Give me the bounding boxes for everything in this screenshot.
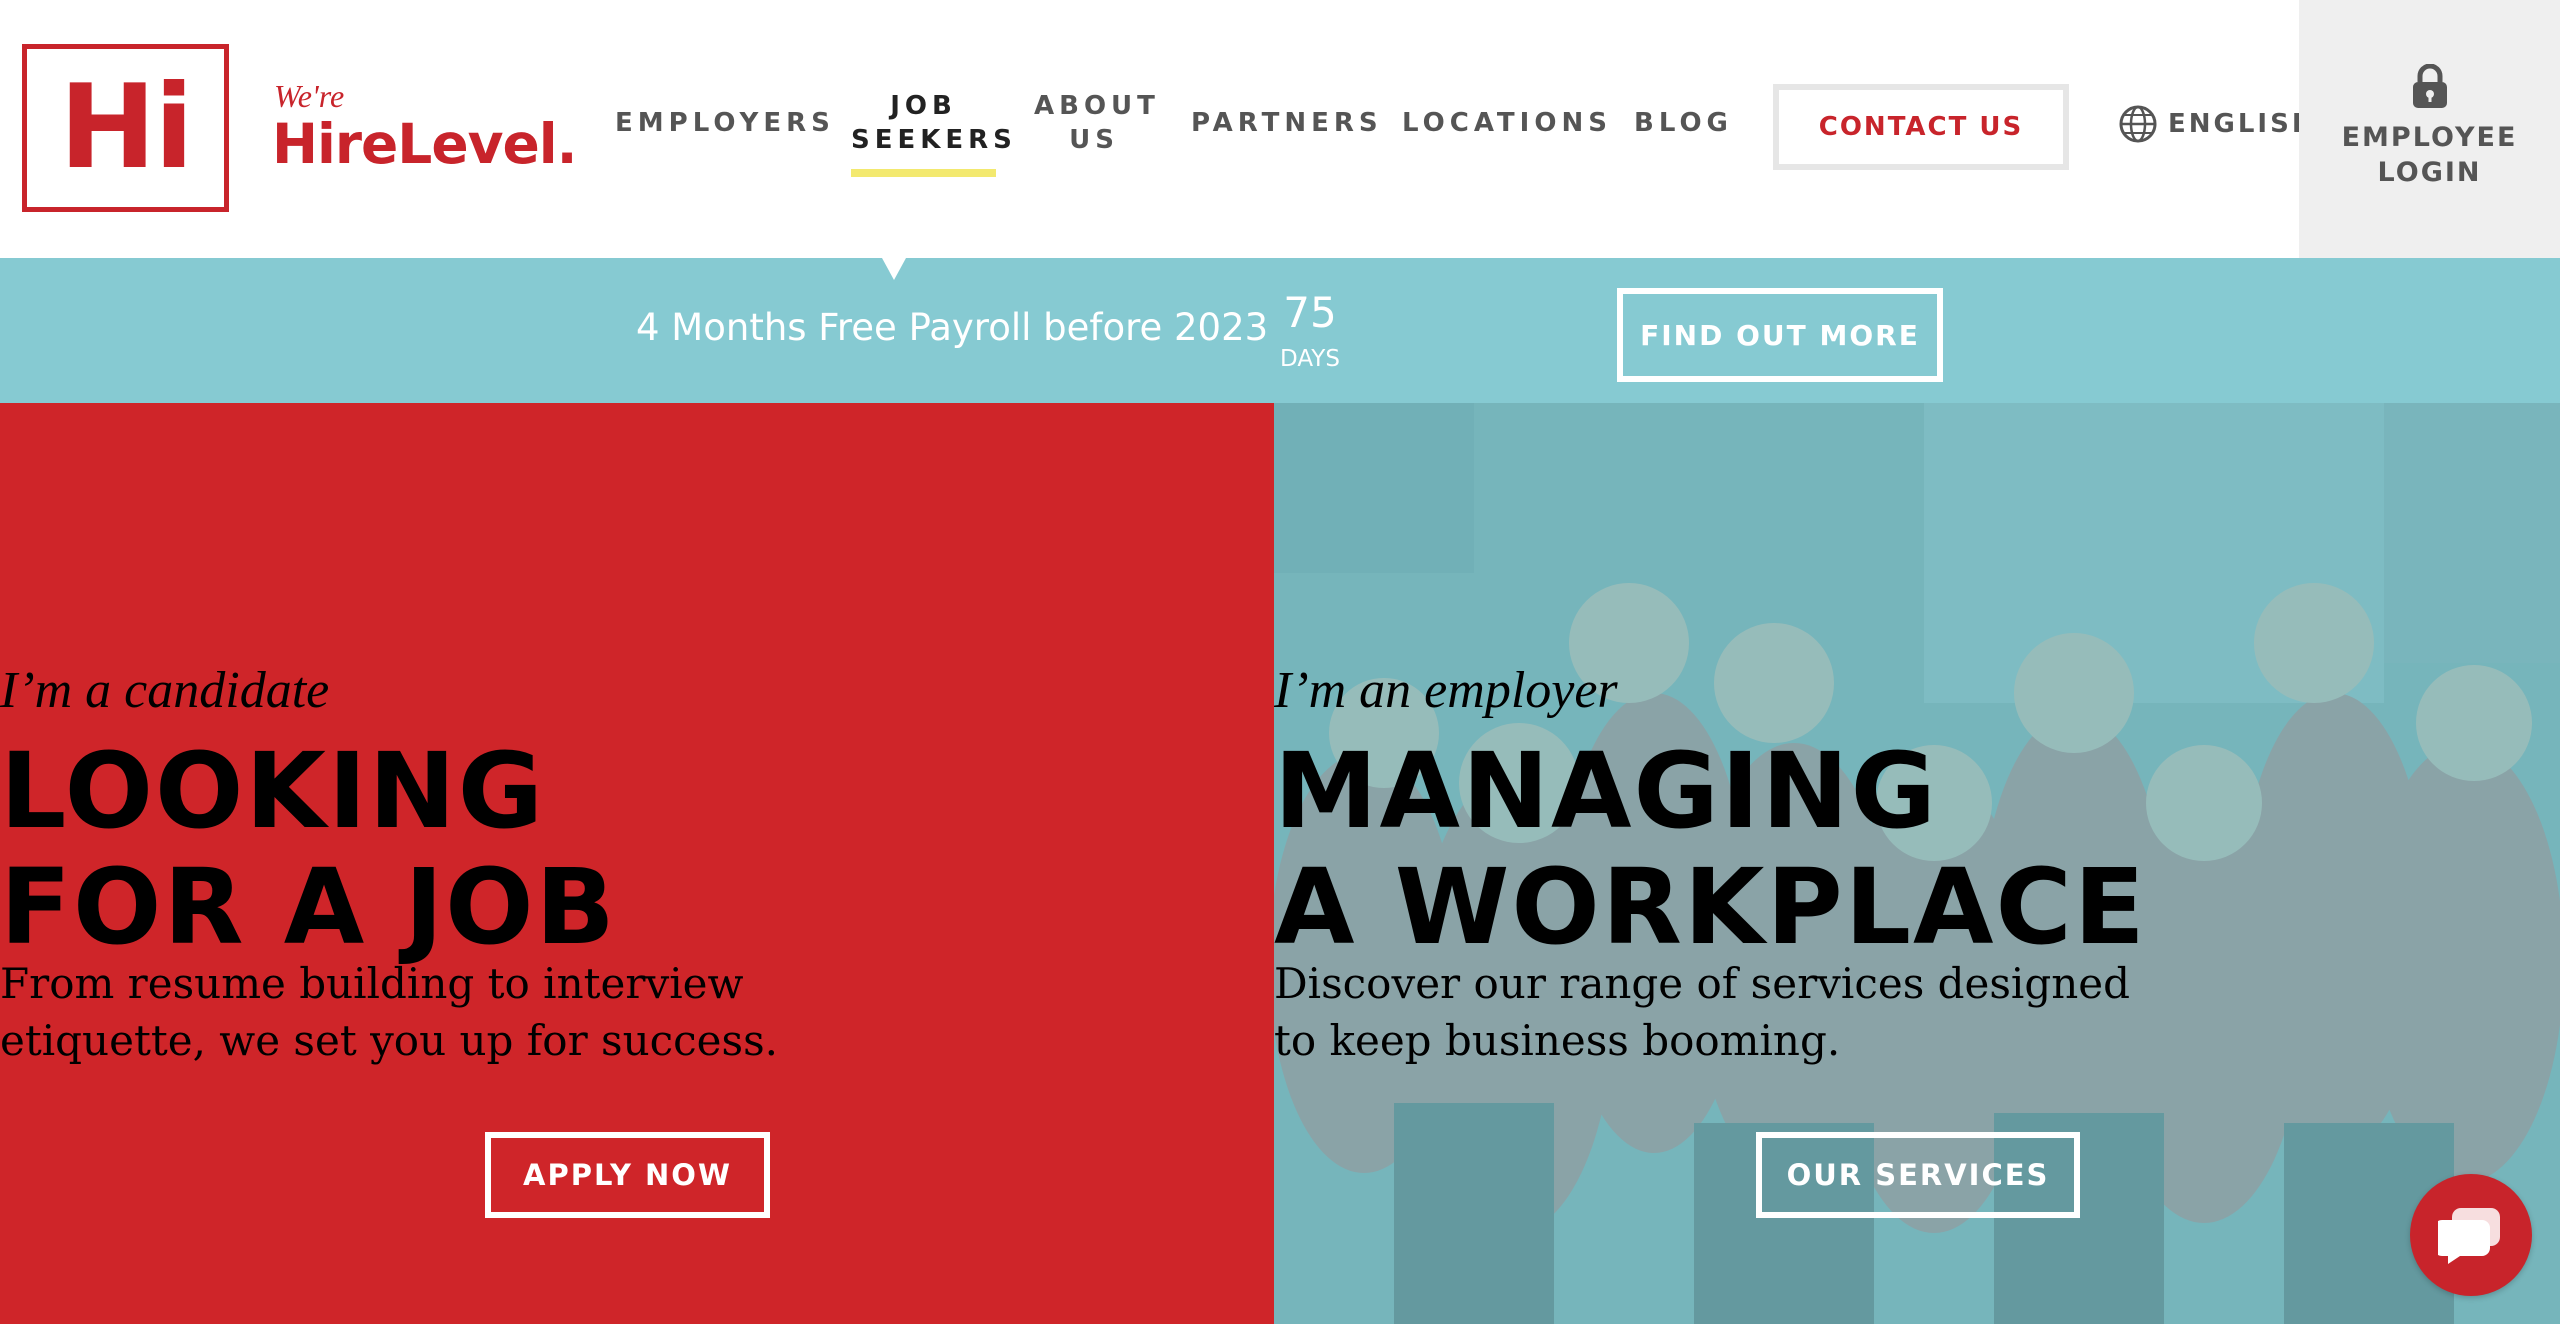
promo-text: 4 Months Free Payroll before 2023 bbox=[636, 306, 1269, 349]
find-out-more-button[interactable]: FIND OUT MORE bbox=[1617, 288, 1943, 382]
employee-login-line1: EMPLOYEE bbox=[2341, 122, 2518, 153]
candidate-headline: LOOKING FOR A JOB bbox=[0, 733, 1274, 965]
candidate-panel: I’m a candidate LOOKING FOR A JOB From r… bbox=[0, 403, 1274, 1324]
nav-job-seekers-line1: JOB bbox=[890, 91, 957, 121]
employer-headline: MANAGING A WORKPLACE bbox=[1274, 733, 2560, 965]
nav-blog[interactable]: BLOG bbox=[1634, 106, 1733, 140]
countdown-unit: DAYS bbox=[1280, 346, 1340, 372]
apply-now-button[interactable]: APPLY NOW bbox=[485, 1132, 770, 1218]
nav-employers-label: EMPLOYERS bbox=[615, 108, 835, 138]
candidate-description-line1: From resume building to interview bbox=[0, 959, 744, 1008]
employer-description-line1: Discover our range of services designed bbox=[1274, 959, 2131, 1008]
promo-notch bbox=[882, 258, 906, 280]
employer-headline-line1: MANAGING bbox=[1274, 730, 1938, 852]
employer-panel: I’m an employer MANAGING A WORKPLACE Dis… bbox=[1274, 403, 2560, 1324]
logo-wordmark[interactable]: HireLevel. bbox=[272, 112, 578, 176]
nav-blog-label: BLOG bbox=[1634, 108, 1733, 138]
nav-partners[interactable]: PARTNERS bbox=[1191, 106, 1383, 140]
apply-now-label: APPLY NOW bbox=[523, 1158, 732, 1192]
employer-description-line2: to keep business booming. bbox=[1274, 1016, 1841, 1065]
employee-login-button[interactable]: EMPLOYEE LOGIN bbox=[2299, 0, 2560, 258]
contact-us-button[interactable]: CONTACT US bbox=[1773, 84, 2069, 170]
logo-tagline: We're bbox=[274, 78, 345, 114]
nav-partners-label: PARTNERS bbox=[1191, 108, 1383, 138]
nav-about-us[interactable]: ABOUT US bbox=[1034, 89, 1160, 157]
candidate-description: From resume building to interview etique… bbox=[0, 955, 1274, 1069]
nav-job-seekers[interactable]: JOB SEEKERS bbox=[851, 89, 1017, 157]
employee-login-line2: LOGIN bbox=[2377, 157, 2482, 188]
nav-employers[interactable]: EMPLOYERS bbox=[615, 106, 835, 140]
globe-icon bbox=[2119, 105, 2157, 143]
nav-about-us-line2: US bbox=[1069, 125, 1119, 155]
contact-us-label: CONTACT US bbox=[1818, 112, 2024, 142]
employer-kicker: I’m an employer bbox=[1274, 662, 1618, 719]
lock-icon bbox=[2413, 64, 2447, 108]
nav-locations[interactable]: LOCATIONS bbox=[1402, 106, 1612, 140]
active-nav-underline bbox=[851, 169, 996, 177]
employer-description: Discover our range of services designed … bbox=[1274, 955, 2560, 1069]
nav-about-us-line1: ABOUT bbox=[1034, 91, 1160, 121]
candidate-headline-line1: LOOKING bbox=[0, 730, 546, 852]
nav-job-seekers-line2: SEEKERS bbox=[851, 125, 1017, 155]
our-services-button[interactable]: OUR SERVICES bbox=[1756, 1132, 2080, 1218]
nav-locations-label: LOCATIONS bbox=[1402, 108, 1612, 138]
candidate-kicker: I’m a candidate bbox=[0, 662, 330, 719]
hi-logo-mark[interactable]: Hi bbox=[22, 44, 229, 212]
chat-bubble-icon bbox=[2438, 1208, 2500, 1264]
language-label: ENGLISH bbox=[2168, 109, 2317, 139]
employer-headline-line2: A WORKPLACE bbox=[1274, 846, 2147, 968]
site-header: Hi We're HireLevel. EMPLOYERS JOB SEEKER… bbox=[0, 0, 2560, 258]
find-out-more-label: FIND OUT MORE bbox=[1640, 318, 1920, 352]
candidate-description-line2: etiquette, we set you up for success. bbox=[0, 1016, 778, 1065]
our-services-label: OUR SERVICES bbox=[1786, 1158, 2050, 1192]
logo-mark-text: Hi bbox=[59, 60, 194, 195]
candidate-headline-line2: FOR A JOB bbox=[0, 846, 617, 968]
countdown-value: 75 bbox=[1283, 288, 1337, 337]
chat-launcher-button[interactable] bbox=[2410, 1174, 2532, 1296]
